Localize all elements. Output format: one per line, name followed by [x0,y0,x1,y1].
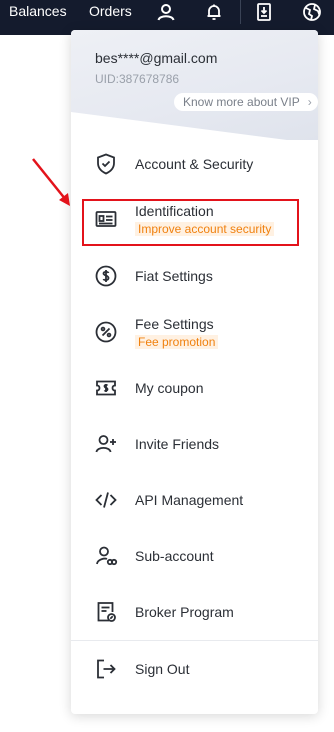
vip-link-label: Know more about VIP [183,95,300,109]
bell-icon[interactable] [199,0,229,24]
shield-check-icon [93,151,119,177]
nav-divider [240,0,241,24]
menu-item-api-management[interactable]: API Management [71,472,318,528]
menu-item-account-security[interactable]: Account & Security [71,136,318,192]
fee-promo-badge: Fee promotion [135,335,219,349]
user-icon[interactable] [151,0,181,24]
dollar-circle-icon [93,263,119,289]
download-icon[interactable] [249,0,279,24]
sign-out-button[interactable]: Sign Out [71,641,318,697]
red-arrow-icon [32,158,70,206]
menu-item-label: Account & Security [135,156,254,172]
globe-icon[interactable] [297,0,327,24]
account-dropdown-panel: bes****@gmail.com UID:387678786 Know mor… [71,30,318,714]
sub-account-icon [93,543,119,569]
menu-item-label: Fee Settings [135,316,214,332]
menu-item-label: API Management [135,492,244,508]
menu-item-fiat-settings[interactable]: Fiat Settings [71,248,318,304]
broker-document-icon [93,599,119,625]
vip-info-link[interactable]: Know more about VIP › [174,93,318,111]
account-email: bes****@gmail.com [95,50,218,66]
menu-item-sub-account[interactable]: Sub-account [71,528,318,584]
coupon-icon [93,375,119,401]
chevron-right-icon: › [307,95,312,109]
code-icon [93,487,119,513]
menu-item-fee-settings[interactable]: Fee Settings Fee promotion [71,304,318,360]
menu-item-my-coupon[interactable]: My coupon [71,360,318,416]
menu-item-broker-program[interactable]: Broker Program [71,584,318,640]
menu-item-label: My coupon [135,380,204,396]
identification-highlight-box [82,199,299,246]
menu-item-invite-friends[interactable]: Invite Friends [71,416,318,472]
menu-item-label: Broker Program [135,604,234,620]
menu-item-label: Fiat Settings [135,268,213,284]
menu-item-label: Sub-account [135,548,214,564]
sign-out-icon [93,656,119,682]
percent-circle-icon [93,319,119,345]
add-user-icon [93,431,119,457]
menu-item-label: Invite Friends [135,436,220,452]
account-uid: UID:387678786 [95,72,180,86]
sign-out-label: Sign Out [135,661,190,677]
balances-link[interactable]: Balances [9,0,67,35]
